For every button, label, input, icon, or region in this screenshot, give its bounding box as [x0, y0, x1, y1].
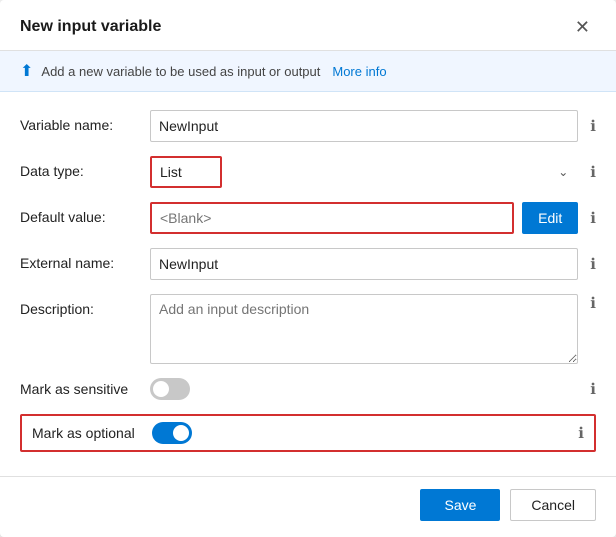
- default-value-info-icon: ℹ: [590, 209, 596, 227]
- dialog-header: New input variable ✕: [0, 0, 616, 51]
- upload-icon: ⬆: [20, 61, 33, 81]
- dialog-title: New input variable: [20, 18, 161, 36]
- info-bar: ⬆ Add a new variable to be used as input…: [0, 51, 616, 92]
- external-name-input[interactable]: [150, 248, 578, 280]
- dialog-footer: Save Cancel: [0, 476, 616, 537]
- close-button[interactable]: ✕: [569, 16, 596, 38]
- default-value-controls: Edit ℹ: [150, 202, 596, 234]
- mark-optional-toggle[interactable]: [152, 422, 192, 444]
- mark-sensitive-slider: [150, 378, 190, 400]
- external-name-info-icon: ℹ: [590, 255, 596, 273]
- variable-name-label: Variable name:: [20, 110, 150, 133]
- external-name-label: External name:: [20, 248, 150, 271]
- description-row: Description: ℹ: [20, 294, 596, 364]
- mark-sensitive-toggle[interactable]: [150, 378, 190, 400]
- external-name-controls: ℹ: [150, 248, 596, 280]
- data-type-row: Data type: List Text Boolean Number Date…: [20, 156, 596, 188]
- description-controls: ℹ: [150, 294, 596, 364]
- more-info-link[interactable]: More info: [332, 64, 386, 79]
- mark-optional-slider: [152, 422, 192, 444]
- chevron-down-icon: ⌄: [558, 165, 568, 179]
- mark-sensitive-info-icon: ℹ: [590, 380, 596, 398]
- data-type-select-wrap: List Text Boolean Number Date ⌄: [150, 156, 578, 188]
- description-label: Description:: [20, 294, 150, 317]
- default-value-row: Default value: Edit ℹ: [20, 202, 596, 234]
- description-textarea[interactable]: [150, 294, 578, 364]
- info-bar-text: Add a new variable to be used as input o…: [41, 64, 320, 79]
- variable-name-row: Variable name: ℹ: [20, 110, 596, 142]
- mark-optional-controls: ℹ: [152, 422, 584, 444]
- mark-optional-label: Mark as optional: [32, 425, 152, 441]
- variable-name-input[interactable]: [150, 110, 578, 142]
- mark-sensitive-toggle-wrap: ℹ: [150, 378, 596, 400]
- edit-button[interactable]: Edit: [522, 202, 578, 234]
- mark-sensitive-label: Mark as sensitive: [20, 381, 150, 397]
- mark-sensitive-row: Mark as sensitive ℹ: [20, 378, 596, 400]
- variable-name-info-icon: ℹ: [590, 117, 596, 135]
- description-info-icon: ℹ: [590, 294, 596, 312]
- new-input-variable-dialog: New input variable ✕ ⬆ Add a new variabl…: [0, 0, 616, 537]
- default-value-label: Default value:: [20, 202, 150, 225]
- external-name-row: External name: ℹ: [20, 248, 596, 280]
- mark-optional-info-icon: ℹ: [578, 424, 584, 442]
- dialog-body: Variable name: ℹ Data type: List Text Bo…: [0, 92, 616, 476]
- variable-name-controls: ℹ: [150, 110, 596, 142]
- data-type-controls: List Text Boolean Number Date ⌄ ℹ: [150, 156, 596, 188]
- mark-optional-row: Mark as optional ℹ: [20, 414, 596, 452]
- cancel-button[interactable]: Cancel: [510, 489, 596, 521]
- data-type-label: Data type:: [20, 156, 150, 179]
- save-button[interactable]: Save: [420, 489, 500, 521]
- data-type-info-icon: ℹ: [590, 163, 596, 181]
- data-type-select[interactable]: List Text Boolean Number Date: [150, 156, 222, 188]
- default-value-input[interactable]: [150, 202, 514, 234]
